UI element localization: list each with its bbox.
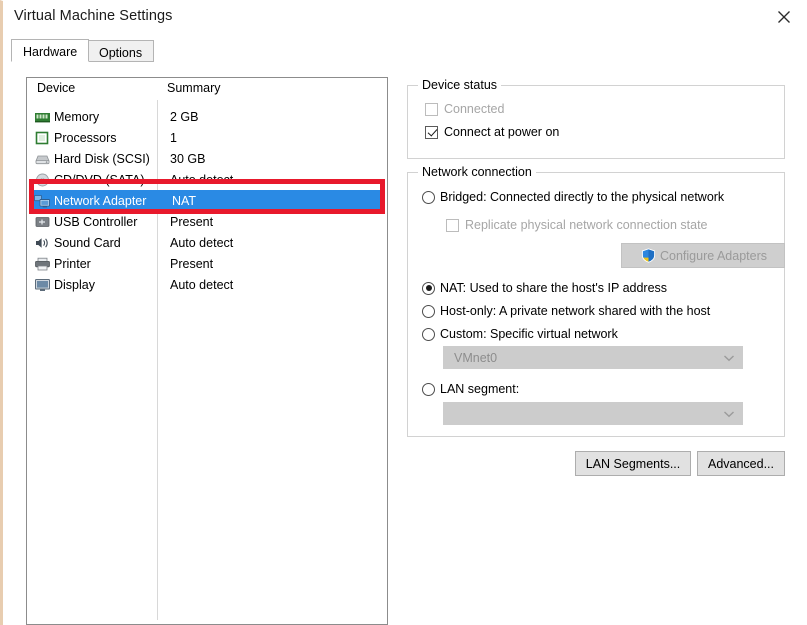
connect-at-power-on-label: Connect at power on [444,125,560,139]
custom-label: Custom: Specific virtual network [440,327,618,341]
device-name: CD/DVD (SATA) [54,172,145,187]
connect-at-power-on-checkbox[interactable] [425,125,438,139]
lan-segment-dropdown[interactable] [443,402,743,425]
device-name: Printer [54,256,91,271]
usb-controller-icon [34,214,51,230]
device-row-hard-disk[interactable]: Hard Disk (SCSI) 30 GB [27,148,387,169]
advanced-button[interactable]: Advanced... [697,451,785,476]
device-name: Processors [54,130,117,145]
device-row-processors[interactable]: Processors 1 [27,127,387,148]
lan-segments-label: LAN Segments... [585,456,681,471]
device-summary: Auto detect [170,172,234,187]
device-name: Hard Disk (SCSI) [54,151,150,166]
lan-segment-radio-row[interactable]: LAN segment: [422,382,519,396]
custom-network-value: VMnet0 [454,350,498,365]
device-name: Memory [54,109,100,124]
chevron-down-icon[interactable] [716,354,742,362]
device-row-memory[interactable]: Memory 2 GB [27,106,387,127]
device-summary: 1 [170,130,177,145]
device-row-display[interactable]: Display Auto detect [27,274,387,295]
sound-card-icon [34,235,51,251]
device-summary: 30 GB [170,151,206,166]
window-title: Virtual Machine Settings [14,8,173,24]
nat-label: NAT: Used to share the host's IP address [440,281,668,295]
connect-at-power-on-checkbox-row[interactable]: Connect at power on [425,125,559,139]
bridged-radio-row[interactable]: Bridged: Connected directly to the physi… [422,190,724,204]
chevron-down-icon[interactable] [716,410,742,418]
network-connection-group: Network connection Bridged: Connected di… [407,165,785,437]
tab-hardware[interactable]: Hardware [11,39,90,62]
device-row-network-adapter[interactable]: Network Adapter NAT [32,190,381,211]
processor-icon [34,130,51,146]
network-connection-legend: Network connection [418,165,536,179]
lan-segments-button[interactable]: LAN Segments... [575,451,691,476]
memory-icon [34,109,51,125]
device-summary: Auto detect [170,235,234,250]
host-only-label: Host-only: A private network shared with… [440,304,711,318]
custom-radio[interactable] [422,327,435,341]
device-row-cd-dvd[interactable]: CD/DVD (SATA) Auto detect [27,169,387,190]
device-list-header: Device Summary [27,78,387,100]
title-bar: Virtual Machine Settings [3,1,807,34]
advanced-label: Advanced... [707,456,774,471]
host-only-radio[interactable] [422,304,435,318]
vm-settings-window: Virtual Machine Settings Hardware Option… [0,0,807,625]
bridged-label: Bridged: Connected directly to the physi… [440,190,725,204]
lan-segment-label: LAN segment: [440,382,520,396]
device-list-rows: Memory 2 GB Processors 1 Hard Disk (SCSI… [27,106,387,295]
connected-checkbox-row[interactable]: Connected [425,102,504,116]
device-summary: NAT [172,193,197,208]
hard-disk-icon [34,151,51,167]
uac-shield-icon [641,248,656,263]
nat-radio[interactable] [422,281,435,295]
device-row-usb-controller[interactable]: USB Controller Present [27,211,387,232]
lan-segment-radio[interactable] [422,382,435,396]
replicate-label: Replicate physical network connection st… [465,218,708,232]
device-summary: Present [170,214,214,229]
device-name: Sound Card [54,235,121,250]
column-header-summary: Summary [167,81,221,95]
bridged-radio[interactable] [422,190,435,204]
custom-radio-row[interactable]: Custom: Specific virtual network [422,327,618,341]
cd-dvd-icon [34,172,51,188]
device-name: Display [54,277,95,292]
network-adapter-icon [34,193,51,209]
display-icon [34,277,51,293]
custom-network-dropdown[interactable]: VMnet0 [443,346,743,369]
printer-icon [34,256,51,272]
device-list[interactable]: Device Summary Memory 2 GB Processors 1 … [26,77,388,625]
nat-radio-row[interactable]: NAT: Used to share the host's IP address [422,281,667,295]
tab-strip: Hardware Options [11,39,801,63]
replicate-checkbox-row[interactable]: Replicate physical network connection st… [446,218,708,232]
tab-options[interactable]: Options [87,40,155,62]
host-only-radio-row[interactable]: Host-only: A private network shared with… [422,304,710,318]
device-summary: Auto detect [170,277,234,292]
configure-adapters-button[interactable]: Configure Adapters [621,243,785,268]
configure-adapters-label: Configure Adapters [659,248,767,263]
device-summary: Present [170,256,214,271]
device-row-sound-card[interactable]: Sound Card Auto detect [27,232,387,253]
device-status-group: Device status Connected Connect at power… [407,78,785,159]
connected-checkbox[interactable] [425,102,438,116]
device-status-legend: Device status [418,78,502,92]
device-name: Network Adapter [54,193,147,208]
column-header-device: Device [37,81,76,95]
device-summary: 2 GB [170,109,199,124]
device-row-printer[interactable]: Printer Present [27,253,387,274]
close-icon[interactable] [761,1,807,32]
device-name: USB Controller [54,214,138,229]
replicate-checkbox[interactable] [446,218,459,232]
connected-label: Connected [444,102,505,116]
